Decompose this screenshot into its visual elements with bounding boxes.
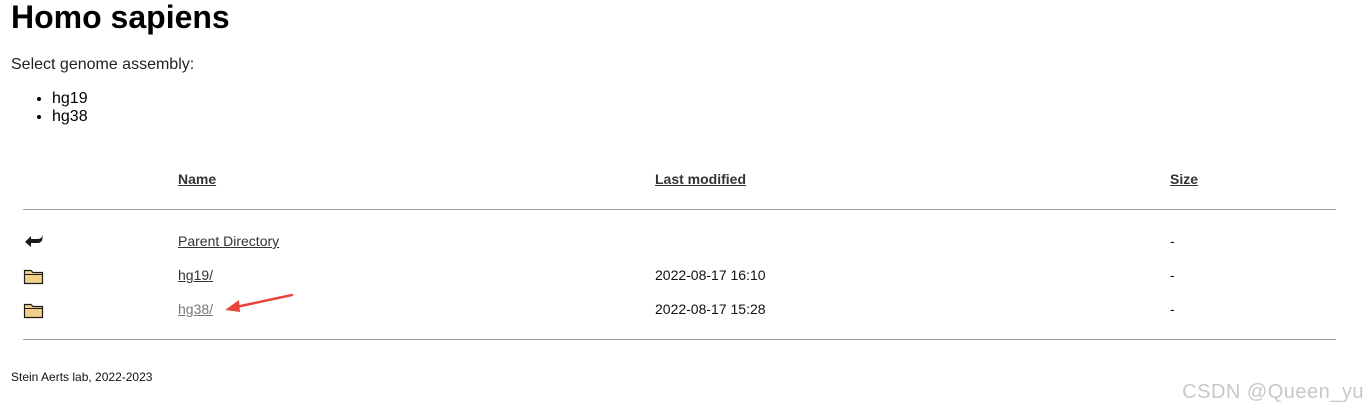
row-size: - xyxy=(1170,233,1175,249)
row-size: - xyxy=(1170,267,1175,283)
column-header-last-modified[interactable]: Last modified xyxy=(655,171,746,187)
footer-divider xyxy=(23,339,1336,340)
annotation-arrow-icon xyxy=(225,293,294,312)
assembly-list: hg19 hg38 xyxy=(32,90,88,126)
folder-icon[interactable] xyxy=(23,265,45,285)
header-divider xyxy=(23,209,1336,210)
select-assembly-label: Select genome assembly: xyxy=(11,56,195,73)
folder-icon[interactable] xyxy=(23,299,45,319)
assembly-item-hg38: hg38 xyxy=(52,108,88,126)
row-last-modified: 2022-08-17 16:10 xyxy=(655,267,766,283)
table-row-hg19: hg19/ 2022-08-17 16:10 - xyxy=(0,263,1368,287)
footer-credit: Stein Aerts lab, 2022-2023 xyxy=(11,370,153,384)
page-title: Homo sapiens xyxy=(11,0,230,35)
parent-directory-link[interactable]: Parent Directory xyxy=(178,233,279,249)
row-size: - xyxy=(1170,301,1175,317)
assembly-item-hg19: hg19 xyxy=(52,90,88,108)
table-row-hg38: hg38/ 2022-08-17 15:28 - xyxy=(0,297,1368,321)
column-header-name[interactable]: Name xyxy=(178,171,216,187)
column-header-size[interactable]: Size xyxy=(1170,171,1198,187)
hg38-folder-link[interactable]: hg38/ xyxy=(178,301,213,317)
row-last-modified: 2022-08-17 15:28 xyxy=(655,301,766,317)
hg19-folder-link[interactable]: hg19/ xyxy=(178,267,213,283)
back-arrow-icon[interactable] xyxy=(23,231,45,251)
table-row-parent-directory: Parent Directory - xyxy=(0,229,1368,253)
watermark: CSDN @Queen_yu xyxy=(1182,381,1364,403)
